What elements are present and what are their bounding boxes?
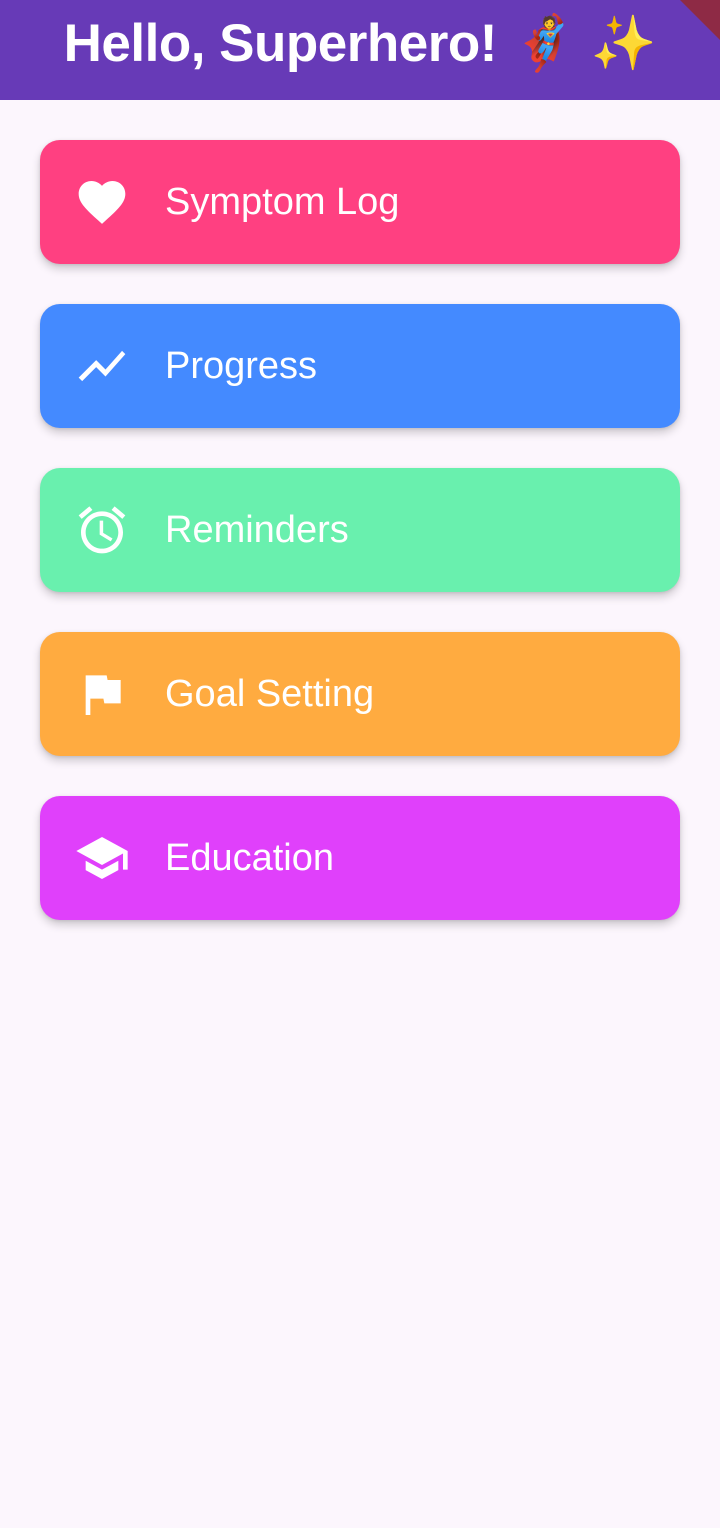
- goal-setting-button[interactable]: Goal Setting: [40, 632, 680, 756]
- symptom-log-button[interactable]: Symptom Log: [40, 140, 680, 264]
- menu-item-label: Goal Setting: [165, 672, 375, 715]
- flag-icon: [74, 666, 130, 722]
- trending-up-icon: [74, 338, 130, 394]
- heart-icon: [74, 174, 130, 230]
- education-button[interactable]: Education: [40, 796, 680, 920]
- school-icon: [74, 830, 130, 886]
- menu-item-label: Education: [165, 836, 335, 879]
- debug-banner: [680, 0, 720, 40]
- progress-button[interactable]: Progress: [40, 304, 680, 428]
- menu-list: Symptom Log Progress Reminders Goal Sett…: [40, 140, 680, 960]
- reminders-button[interactable]: Reminders: [40, 468, 680, 592]
- menu-item-label: Progress: [165, 344, 318, 387]
- alarm-icon: [74, 502, 130, 558]
- app-bar: Hello, Superhero! 🦸 ✨: [0, 0, 720, 100]
- menu-item-label: Symptom Log: [165, 180, 400, 223]
- app-bar-title: Hello, Superhero! 🦸 ✨: [63, 14, 657, 73]
- menu-item-label: Reminders: [165, 508, 349, 551]
